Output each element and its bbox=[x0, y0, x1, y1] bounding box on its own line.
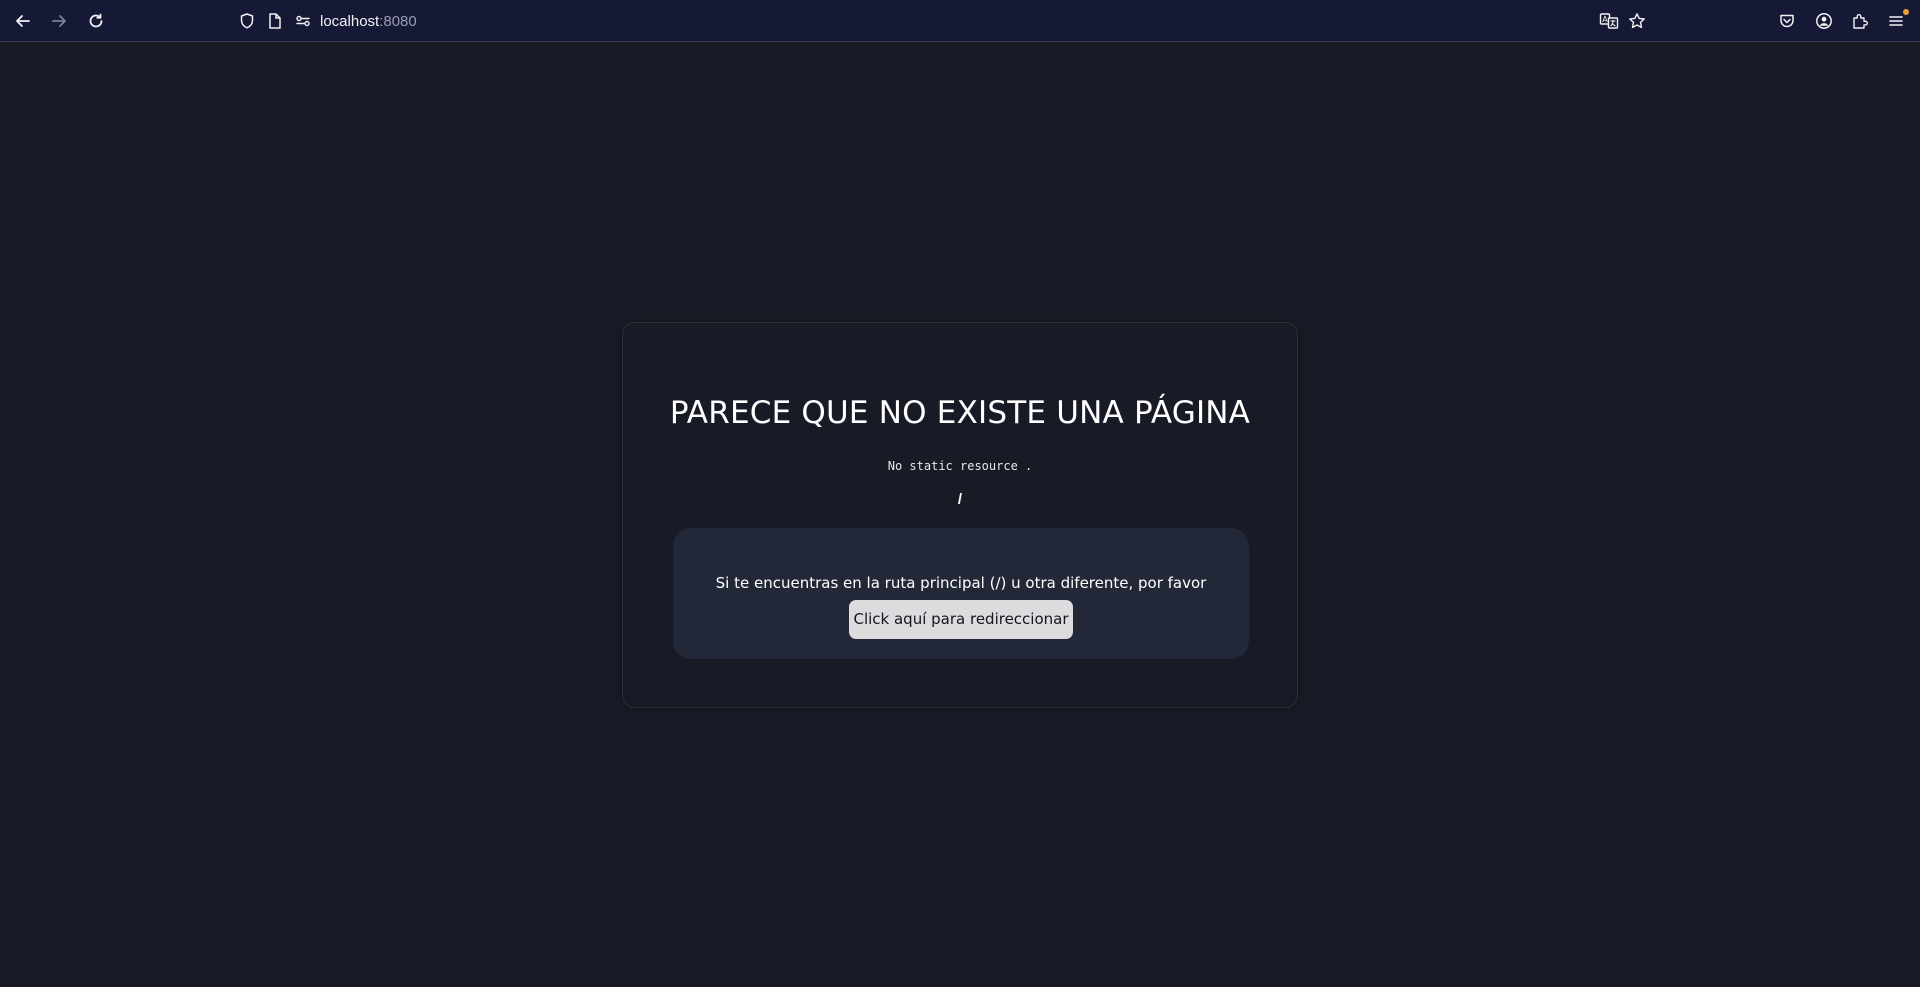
error-message: No static resource . bbox=[887, 459, 1033, 473]
page-icon bbox=[269, 13, 281, 29]
reload-icon bbox=[89, 13, 103, 28]
url-port: :8080 bbox=[379, 13, 417, 30]
bookmark-button[interactable] bbox=[1622, 6, 1652, 36]
page-title: PARECE QUE NO EXISTE UNA PÁGINA bbox=[669, 395, 1251, 431]
menu-icon bbox=[1889, 16, 1903, 26]
svg-text:A: A bbox=[1602, 15, 1608, 24]
pocket-button[interactable] bbox=[1772, 6, 1802, 36]
site-info-button[interactable] bbox=[260, 6, 290, 36]
back-button[interactable] bbox=[8, 6, 38, 36]
star-icon bbox=[1629, 13, 1645, 29]
browser-toolbar: localhost:8080 A bbox=[0, 0, 1920, 42]
extensions-icon bbox=[1853, 14, 1868, 29]
shield-icon bbox=[240, 13, 254, 29]
forward-button[interactable] bbox=[44, 6, 74, 36]
app-menu-button[interactable] bbox=[1881, 6, 1911, 36]
reload-button[interactable] bbox=[81, 6, 111, 36]
pocket-icon bbox=[1780, 14, 1794, 28]
url-bar[interactable]: localhost:8080 bbox=[320, 13, 417, 31]
requested-path: / bbox=[957, 491, 963, 508]
permissions-button[interactable] bbox=[288, 6, 318, 36]
extensions-button[interactable] bbox=[1845, 6, 1875, 36]
url-host: localhost bbox=[320, 13, 380, 30]
permissions-icon bbox=[296, 15, 310, 27]
translate-button[interactable]: A bbox=[1594, 6, 1624, 36]
tracking-protection-button[interactable] bbox=[232, 6, 262, 36]
account-button[interactable] bbox=[1809, 6, 1839, 36]
update-badge-icon bbox=[1903, 9, 1909, 15]
redirect-notice-text: Si te encuentras en la ruta principal (/… bbox=[715, 574, 1207, 592]
error-card: PARECE QUE NO EXISTE UNA PÁGINA No stati… bbox=[622, 322, 1298, 708]
account-icon bbox=[1816, 13, 1832, 29]
forward-arrow-icon bbox=[52, 15, 66, 27]
redirect-notice-box: Si te encuentras en la ruta principal (/… bbox=[673, 528, 1249, 659]
back-arrow-icon bbox=[16, 15, 30, 27]
redirect-button[interactable]: Click aquí para redireccionar bbox=[849, 600, 1073, 639]
translate-icon: A bbox=[1599, 13, 1619, 29]
